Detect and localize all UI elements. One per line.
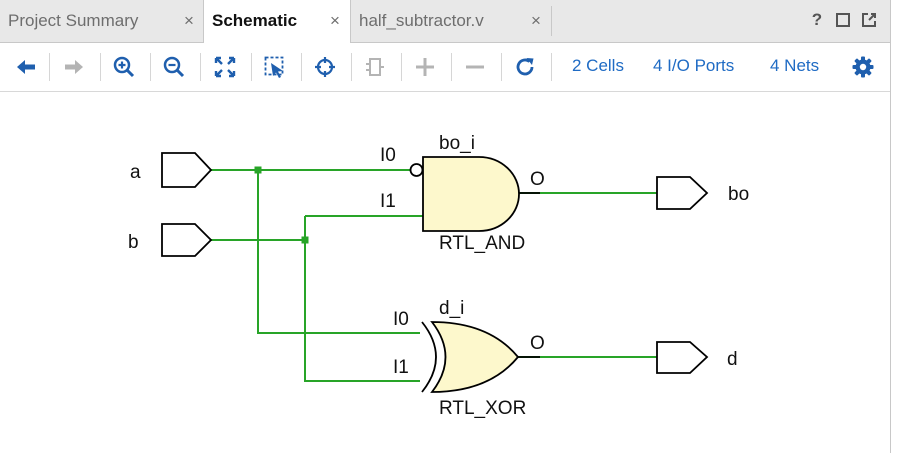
cell-icon[interactable] xyxy=(363,55,387,79)
pin-label: I1 xyxy=(380,191,396,212)
port-label-a: a xyxy=(130,162,141,183)
forward-arrow-icon[interactable] xyxy=(62,55,86,79)
cell-type: RTL_XOR xyxy=(439,398,526,419)
junction-dot xyxy=(301,236,309,244)
tab-bar: Project Summary × Schematic × half_subtr… xyxy=(0,0,890,43)
minus-icon[interactable] xyxy=(463,55,487,79)
cell-type: RTL_AND xyxy=(439,233,525,254)
help-icon[interactable]: ? xyxy=(808,11,826,29)
cells-link[interactable]: 2 Cells xyxy=(572,56,624,76)
inverter-bubble xyxy=(409,163,424,177)
nets-link[interactable]: 4 Nets xyxy=(770,56,819,76)
cell-instance-name: d_i xyxy=(439,298,464,319)
toolbar-divider xyxy=(351,53,352,81)
input-port-a[interactable] xyxy=(161,152,213,188)
panel-border xyxy=(890,0,891,453)
pin-label: I0 xyxy=(393,309,409,330)
zoom-fit-icon[interactable] xyxy=(213,55,237,79)
toolbar-divider xyxy=(49,53,50,81)
maximize-icon[interactable] xyxy=(834,11,852,29)
crosshair-icon[interactable] xyxy=(313,55,337,79)
toolbar-divider xyxy=(551,53,552,81)
toolbar-divider xyxy=(401,53,402,81)
xor-gate-d-i[interactable] xyxy=(421,321,540,393)
tab-half-subtractor[interactable]: half_subtractor.v × xyxy=(351,0,551,42)
toolbar-divider xyxy=(301,53,302,81)
close-icon[interactable]: × xyxy=(330,0,340,42)
toolbar-divider xyxy=(501,53,502,81)
toolbar-divider xyxy=(251,53,252,81)
toolbar-divider xyxy=(150,53,151,81)
zoom-out-icon[interactable] xyxy=(162,55,186,79)
close-icon[interactable]: × xyxy=(184,0,194,42)
io-ports-link[interactable]: 4 I/O Ports xyxy=(653,56,734,76)
back-arrow-icon[interactable] xyxy=(14,55,38,79)
pin-label: O xyxy=(530,169,545,190)
toolbar-divider xyxy=(100,53,101,81)
output-port-d[interactable] xyxy=(656,341,709,374)
tab-label: half_subtractor.v xyxy=(359,11,484,30)
pin-label: O xyxy=(530,333,545,354)
float-window-icon[interactable] xyxy=(860,11,878,29)
port-label-bo: bo xyxy=(728,184,749,205)
plus-icon[interactable] xyxy=(413,55,437,79)
toolbar: 2 Cells 4 I/O Ports 4 Nets xyxy=(0,43,890,92)
refresh-icon[interactable] xyxy=(513,55,537,79)
junction-dot xyxy=(254,166,262,174)
tab-project-summary[interactable]: Project Summary × xyxy=(0,0,204,42)
pin-label: I1 xyxy=(393,357,409,378)
close-icon[interactable]: × xyxy=(531,0,541,42)
port-label-d: d xyxy=(727,349,738,370)
toolbar-divider xyxy=(200,53,201,81)
pin-label: I0 xyxy=(380,145,396,166)
port-label-b: b xyxy=(128,232,139,253)
toolbar-divider xyxy=(451,53,452,81)
tab-label: Schematic xyxy=(212,11,298,30)
input-port-b[interactable] xyxy=(161,223,213,257)
tab-label: Project Summary xyxy=(8,11,139,30)
zoom-in-icon[interactable] xyxy=(112,55,136,79)
zoom-area-icon[interactable] xyxy=(263,55,287,79)
gear-icon[interactable] xyxy=(851,55,875,79)
output-port-bo[interactable] xyxy=(656,176,709,210)
tab-schematic[interactable]: Schematic × xyxy=(203,0,351,43)
tab-divider xyxy=(551,6,552,36)
schematic-canvas[interactable]: a b bo_i I0 I1 O RTL_AND d_i I0 I1 O RTL… xyxy=(0,92,890,453)
cell-instance-name: bo_i xyxy=(439,133,475,154)
